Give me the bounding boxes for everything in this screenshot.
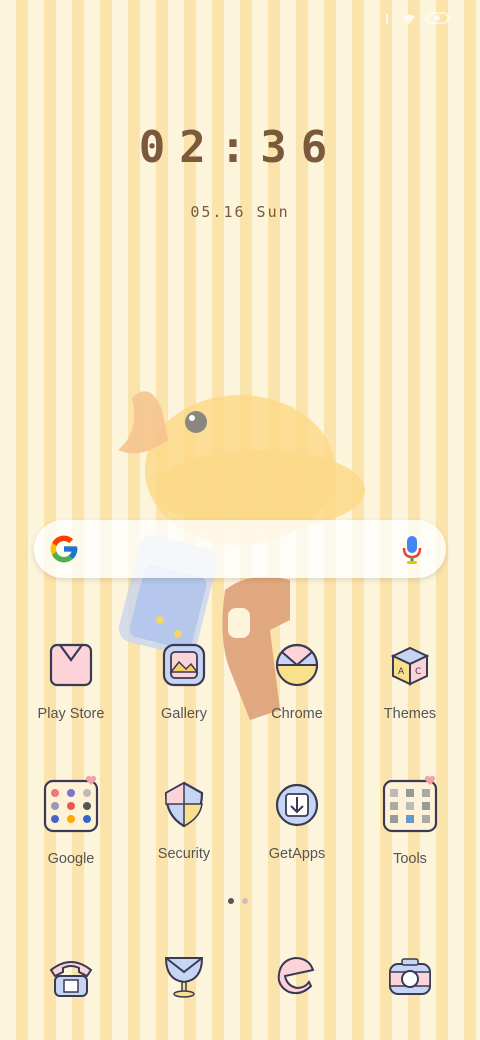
play-store-icon	[49, 643, 93, 687]
messages-icon	[164, 957, 204, 998]
chrome-icon	[275, 643, 319, 687]
browser-icon	[277, 956, 315, 995]
tools-folder-icon	[382, 775, 438, 833]
svg-text:A: A	[398, 667, 405, 677]
app-label: Gallery	[161, 706, 207, 722]
dock-phone[interactable]	[15, 950, 127, 1006]
clock-date[interactable]: 05.16 Sun	[0, 203, 480, 221]
svg-text:C: C	[415, 667, 421, 677]
microphone-icon[interactable]	[402, 535, 422, 565]
app-label: Chrome	[271, 706, 323, 722]
dock-messages[interactable]	[128, 950, 240, 1006]
clock-time[interactable]: 02:36	[0, 122, 480, 173]
app-label: GetApps	[268, 846, 326, 862]
battery-icon	[426, 10, 452, 29]
dock-camera[interactable]	[354, 950, 466, 1006]
getapps-icon	[275, 783, 319, 827]
google-folder-icon	[43, 775, 99, 833]
app-tools-folder[interactable]: Tools	[354, 775, 466, 867]
status-bar	[382, 10, 452, 29]
signal-icon	[382, 10, 392, 29]
page-dot-2[interactable]	[242, 898, 248, 904]
app-label: Tools	[393, 851, 427, 867]
google-search-bar[interactable]	[34, 520, 446, 578]
app-gallery[interactable]: Gallery	[128, 640, 240, 722]
dock-browser[interactable]	[241, 950, 353, 1006]
app-label: Google	[47, 851, 95, 867]
app-security[interactable]: Security	[128, 775, 240, 862]
google-g-icon	[50, 535, 78, 563]
page-dot-1[interactable]	[228, 898, 234, 904]
app-label: Themes	[383, 706, 437, 722]
app-themes[interactable]: A C Themes	[354, 640, 466, 722]
camera-icon	[389, 958, 431, 995]
app-label: Play Store	[37, 706, 105, 722]
page-indicator[interactable]	[228, 898, 248, 904]
app-label: Security	[157, 846, 211, 862]
app-chrome[interactable]: Chrome	[241, 640, 353, 722]
wifi-icon	[402, 10, 416, 29]
gallery-icon	[162, 643, 206, 687]
security-icon	[164, 781, 204, 828]
app-getapps[interactable]: GetApps	[241, 775, 353, 862]
themes-icon: A C	[390, 646, 430, 686]
app-google-folder[interactable]: Google	[15, 775, 127, 867]
app-play-store[interactable]: Play Store	[15, 640, 127, 722]
phone-icon	[49, 961, 93, 997]
